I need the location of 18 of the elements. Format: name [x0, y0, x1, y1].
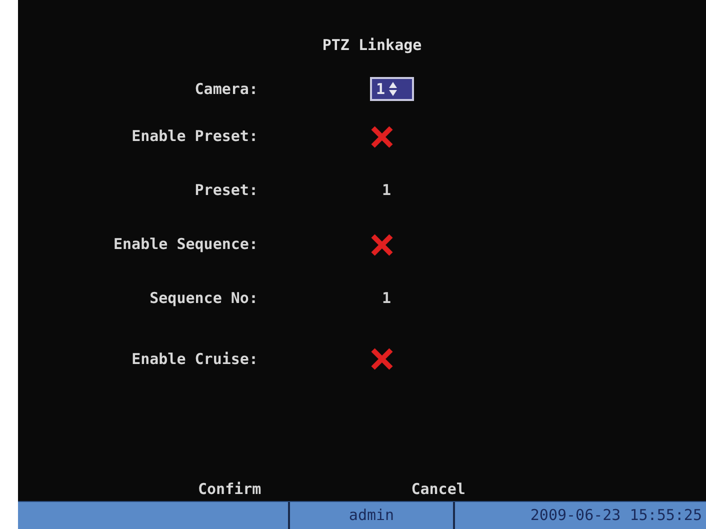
- user-name: admin: [348, 505, 394, 526]
- field-label: Sequence No:: [150, 288, 258, 309]
- field-label: Enable Preset:: [132, 126, 258, 148]
- cancel-button[interactable]: Cancel: [411, 478, 466, 500]
- field-value[interactable]: 1: [370, 286, 392, 310]
- cross-icon[interactable]: [370, 232, 394, 256]
- window-title: PTZ Linkage: [322, 34, 422, 56]
- field-label: Camera:: [194, 78, 258, 100]
- cross-icon[interactable]: [370, 347, 394, 371]
- camera-spinner[interactable]: 1: [370, 77, 414, 101]
- field-label: Enable Cruise:: [132, 348, 258, 370]
- field-value[interactable]: 1: [370, 179, 392, 202]
- field-label: Preset:: [194, 180, 258, 202]
- field-label: Enable Sequence:: [114, 234, 258, 256]
- confirm-button[interactable]: Confirm: [198, 478, 262, 500]
- cross-icon[interactable]: [370, 124, 394, 148]
- up-down-arrows-icon: [388, 81, 398, 97]
- date-time: 2009-06-23 15:55:25: [530, 505, 702, 526]
